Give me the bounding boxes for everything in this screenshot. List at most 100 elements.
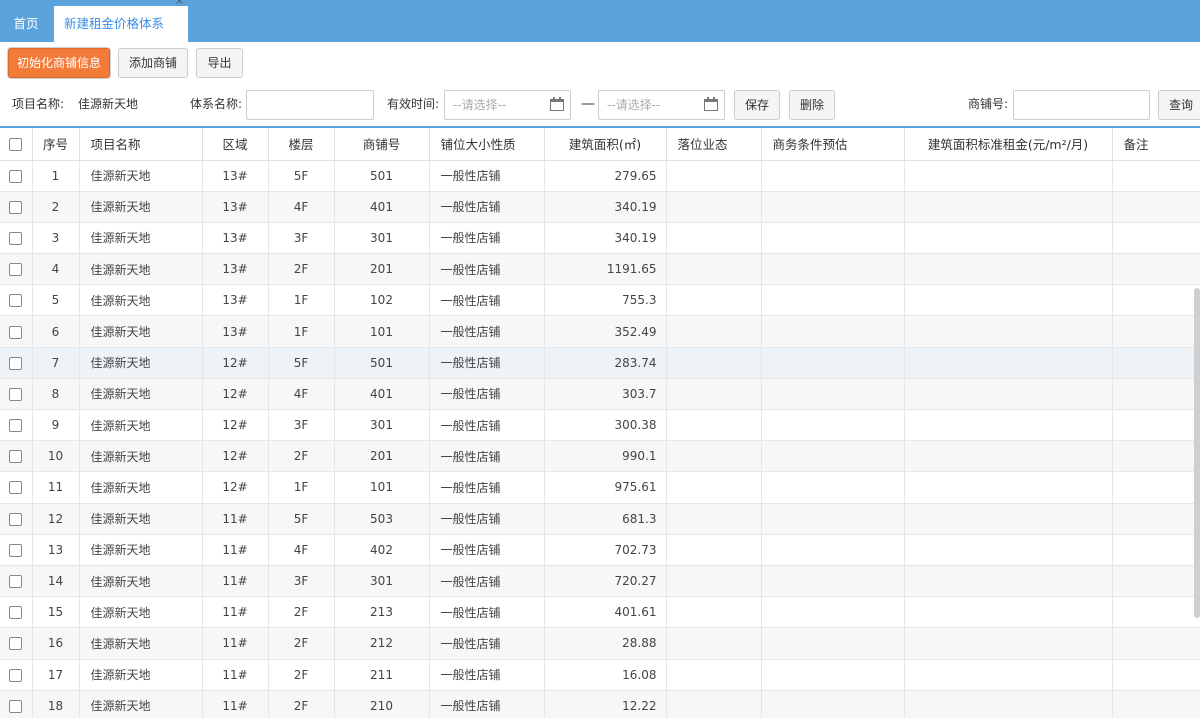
row-checkbox[interactable] <box>0 284 33 317</box>
vertical-scrollbar[interactable] <box>1194 288 1200 618</box>
table-row[interactable]: 17 佳源新天地 11# 2F 211 一般性店铺 16.08 <box>0 659 1200 691</box>
row-checkbox[interactable] <box>0 627 33 660</box>
cell-business-format[interactable] <box>666 191 762 223</box>
row-checkbox[interactable] <box>0 253 33 286</box>
row-checkbox[interactable] <box>0 222 33 255</box>
cell-business-terms[interactable] <box>761 534 905 566</box>
table-row[interactable]: 15 佳源新天地 11# 2F 213 一般性店铺 401.61 <box>0 596 1200 629</box>
cell-business-terms[interactable] <box>761 347 905 379</box>
cell-business-terms[interactable] <box>761 222 905 255</box>
cell-business-terms[interactable] <box>761 596 905 629</box>
row-checkbox[interactable] <box>0 160 33 192</box>
init-shop-info-button[interactable]: 初始化商铺信息 <box>8 48 110 78</box>
cell-standard-rent[interactable] <box>904 347 1113 379</box>
table-row[interactable]: 9 佳源新天地 12# 3F 301 一般性店铺 300.38 <box>0 409 1200 442</box>
cell-business-format[interactable] <box>666 534 762 566</box>
cell-business-terms[interactable] <box>761 284 905 317</box>
save-button[interactable]: 保存 <box>734 90 780 120</box>
row-checkbox[interactable] <box>0 191 33 223</box>
cell-standard-rent[interactable] <box>904 253 1113 286</box>
header-shop-no[interactable]: 商铺号 <box>334 128 430 161</box>
cell-standard-rent[interactable] <box>904 284 1113 317</box>
header-building-area[interactable]: 建筑面积(㎡) <box>544 128 667 161</box>
cell-business-terms[interactable] <box>761 690 905 718</box>
cell-standard-rent[interactable] <box>904 534 1113 566</box>
cell-standard-rent[interactable] <box>904 191 1113 223</box>
cell-remark[interactable] <box>1112 659 1200 691</box>
cell-remark[interactable] <box>1112 253 1200 286</box>
query-button[interactable]: 查询 <box>1158 90 1200 120</box>
cell-business-terms[interactable] <box>761 191 905 223</box>
add-shop-button[interactable]: 添加商铺 <box>118 48 188 78</box>
cell-business-format[interactable] <box>666 659 762 691</box>
cell-business-format[interactable] <box>666 565 762 598</box>
cell-business-format[interactable] <box>666 160 762 192</box>
cell-standard-rent[interactable] <box>904 409 1113 442</box>
cell-remark[interactable] <box>1112 191 1200 223</box>
cell-remark[interactable] <box>1112 534 1200 566</box>
cell-standard-rent[interactable] <box>904 627 1113 660</box>
row-checkbox[interactable] <box>0 565 33 598</box>
close-icon[interactable]: × <box>175 0 184 8</box>
cell-standard-rent[interactable] <box>904 160 1113 192</box>
cell-standard-rent[interactable] <box>904 222 1113 255</box>
cell-standard-rent[interactable] <box>904 315 1113 348</box>
cell-business-format[interactable] <box>666 378 762 411</box>
table-row[interactable]: 5 佳源新天地 13# 1F 102 一般性店铺 755.3 <box>0 284 1200 317</box>
table-row[interactable]: 1 佳源新天地 13# 5F 501 一般性店铺 279.65 <box>0 160 1200 192</box>
end-date-input[interactable]: --请选择-- <box>598 90 725 120</box>
cell-business-format[interactable] <box>666 347 762 379</box>
cell-remark[interactable] <box>1112 378 1200 411</box>
header-business-terms[interactable]: 商务条件预估 <box>761 128 905 161</box>
cell-standard-rent[interactable] <box>904 503 1113 535</box>
cell-remark[interactable] <box>1112 596 1200 629</box>
cell-standard-rent[interactable] <box>904 596 1113 629</box>
cell-business-format[interactable] <box>666 627 762 660</box>
start-date-input[interactable]: --请选择-- <box>444 90 571 120</box>
table-row[interactable]: 6 佳源新天地 13# 1F 101 一般性店铺 352.49 <box>0 315 1200 348</box>
select-all-checkbox[interactable] <box>0 128 33 161</box>
table-row[interactable]: 2 佳源新天地 13# 4F 401 一般性店铺 340.19 <box>0 191 1200 223</box>
tab-home[interactable]: 首页 <box>0 6 52 42</box>
cell-business-terms[interactable] <box>761 409 905 442</box>
row-checkbox[interactable] <box>0 315 33 348</box>
row-checkbox[interactable] <box>0 347 33 379</box>
cell-standard-rent[interactable] <box>904 378 1113 411</box>
cell-remark[interactable] <box>1112 565 1200 598</box>
header-area[interactable]: 区域 <box>202 128 269 161</box>
cell-business-terms[interactable] <box>761 440 905 473</box>
header-project-name[interactable]: 项目名称 <box>79 128 203 161</box>
cell-business-format[interactable] <box>666 503 762 535</box>
cell-business-format[interactable] <box>666 440 762 473</box>
table-row[interactable]: 3 佳源新天地 13# 3F 301 一般性店铺 340.19 <box>0 222 1200 255</box>
header-shop-size-type[interactable]: 铺位大小性质 <box>429 128 545 161</box>
row-checkbox[interactable] <box>0 659 33 691</box>
cell-remark[interactable] <box>1112 222 1200 255</box>
cell-business-format[interactable] <box>666 222 762 255</box>
cell-remark[interactable] <box>1112 315 1200 348</box>
cell-business-format[interactable] <box>666 253 762 286</box>
table-row[interactable]: 16 佳源新天地 11# 2F 212 一般性店铺 28.88 <box>0 627 1200 660</box>
cell-business-terms[interactable] <box>761 315 905 348</box>
table-row[interactable]: 10 佳源新天地 12# 2F 201 一般性店铺 990.1 <box>0 440 1200 473</box>
table-row[interactable]: 18 佳源新天地 11# 2F 210 一般性店铺 12.22 <box>0 690 1200 718</box>
cell-standard-rent[interactable] <box>904 565 1113 598</box>
cell-business-terms[interactable] <box>761 565 905 598</box>
cell-remark[interactable] <box>1112 503 1200 535</box>
cell-remark[interactable] <box>1112 471 1200 504</box>
table-row[interactable]: 14 佳源新天地 11# 3F 301 一般性店铺 720.27 <box>0 565 1200 598</box>
export-button[interactable]: 导出 <box>196 48 243 78</box>
row-checkbox[interactable] <box>0 690 33 718</box>
header-remark[interactable]: 备注 <box>1112 128 1200 161</box>
cell-standard-rent[interactable] <box>904 690 1113 718</box>
cell-standard-rent[interactable] <box>904 471 1113 504</box>
cell-remark[interactable] <box>1112 409 1200 442</box>
cell-business-format[interactable] <box>666 471 762 504</box>
cell-business-format[interactable] <box>666 596 762 629</box>
cell-remark[interactable] <box>1112 627 1200 660</box>
cell-business-format[interactable] <box>666 409 762 442</box>
cell-standard-rent[interactable] <box>904 440 1113 473</box>
table-row[interactable]: 13 佳源新天地 11# 4F 402 一般性店铺 702.73 <box>0 534 1200 566</box>
row-checkbox[interactable] <box>0 534 33 566</box>
table-row[interactable]: 4 佳源新天地 13# 2F 201 一般性店铺 1191.65 <box>0 253 1200 286</box>
